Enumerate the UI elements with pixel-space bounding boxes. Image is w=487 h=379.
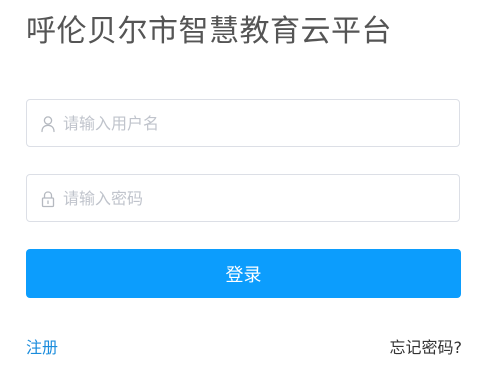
username-field[interactable] <box>26 99 460 147</box>
user-icon <box>40 115 56 133</box>
register-link[interactable]: 注册 <box>26 338 58 358</box>
login-button[interactable]: 登录 <box>26 249 461 298</box>
username-input[interactable] <box>63 100 453 146</box>
forgot-password-link[interactable]: 忘记密码? <box>390 338 463 358</box>
login-page: 呼伦贝尔市智慧教育云平台 登录 注册 忘记密码? <box>0 0 487 379</box>
lock-icon <box>40 190 56 208</box>
password-input[interactable] <box>63 175 453 221</box>
password-field[interactable] <box>26 174 460 222</box>
page-title: 呼伦贝尔市智慧教育云平台 <box>26 14 392 49</box>
